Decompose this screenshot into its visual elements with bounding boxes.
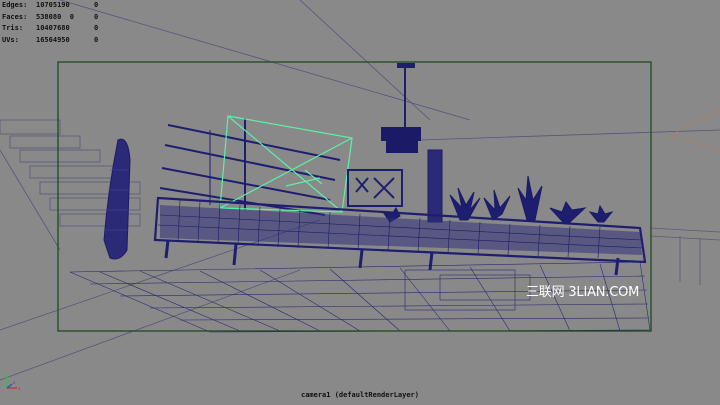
scene-wireframe[interactable] xyxy=(0,0,720,405)
viewport-panel[interactable]: Edges: 10705190 0 Faces: 538080 0 0 Tris… xyxy=(0,0,720,405)
camera-name-label: camera1 (defaultRenderLayer) xyxy=(300,391,419,399)
hud-row-faces: Faces: 538080 0 0 xyxy=(2,12,99,21)
pendant-lamp xyxy=(381,63,421,153)
axis-z-label: z xyxy=(13,380,15,385)
hud-row-edges: Edges: 10705190 0 xyxy=(2,1,99,9)
poly-count-hud: Edges: 10705190 0 Faces: 538080 0 0 Tris… xyxy=(2,0,114,46)
axis-z xyxy=(6,383,13,389)
vase-object xyxy=(103,138,131,260)
selected-object-wire xyxy=(219,115,353,213)
hud-row-uvs: UVs: 16564950 0 xyxy=(2,35,99,44)
watermark-text: 三联网 3LIAN.COM xyxy=(526,285,640,300)
right-wall xyxy=(649,227,720,285)
axis-gizmo-icon: y x z xyxy=(5,374,21,391)
hud-row-tris: Tris: 10407680 0 xyxy=(2,24,99,32)
